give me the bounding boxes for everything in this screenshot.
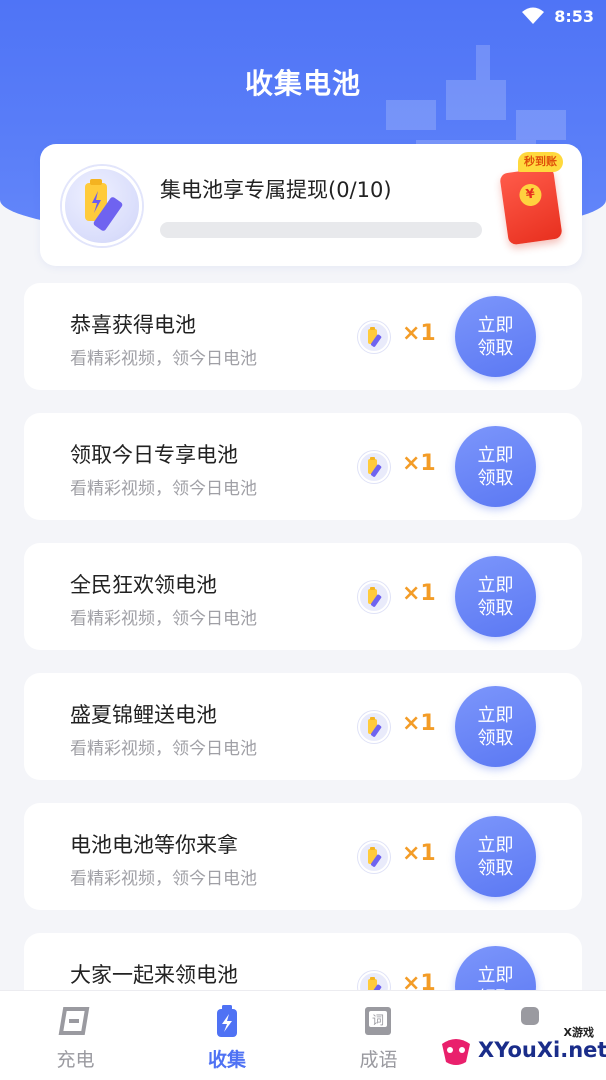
svg-text:词: 词 bbox=[372, 1013, 384, 1027]
claim-button[interactable]: 立即 领取 bbox=[455, 426, 536, 507]
page-title: 收集电池 bbox=[244, 67, 361, 100]
claim-button[interactable]: 立即 领取 bbox=[455, 686, 536, 767]
task-title: 盛夏锦鲤送电池 bbox=[70, 703, 217, 727]
charge-icon bbox=[57, 1003, 93, 1039]
withdraw-progress-bar bbox=[160, 222, 482, 238]
task-title: 领取今日专享电池 bbox=[70, 443, 238, 467]
battery-icon bbox=[62, 166, 142, 246]
task-card: 恭喜获得电池 看精彩视频，领今日电池 ×1 立即 领取 bbox=[24, 283, 582, 390]
claim-button-line2: 领取 bbox=[477, 337, 514, 359]
battery-icon bbox=[358, 321, 390, 353]
battery-icon bbox=[358, 711, 390, 743]
reward-count: ×1 bbox=[402, 581, 436, 606]
dictionary-icon: 词 bbox=[360, 1003, 396, 1039]
claim-button-line2: 领取 bbox=[477, 597, 514, 619]
status-time: 8:53 bbox=[554, 7, 594, 26]
task-title: 电池电池等你来拿 bbox=[70, 833, 238, 857]
summary-card: 集电池享专属提现(0/10) ¥ 秒到账 bbox=[40, 144, 582, 266]
claim-button-line2: 领取 bbox=[477, 727, 514, 749]
claim-button-line1: 立即 bbox=[477, 574, 514, 596]
tab-dictionary[interactable]: 词 成语 bbox=[303, 991, 454, 1080]
claim-button[interactable]: 立即 领取 bbox=[455, 816, 536, 897]
tab-label: 成语 bbox=[359, 1049, 398, 1071]
battery-icon bbox=[358, 581, 390, 613]
battery-icon bbox=[358, 841, 390, 873]
task-title: 恭喜获得电池 bbox=[70, 313, 196, 337]
task-subtitle: 看精彩视频，领今日电池 bbox=[70, 869, 257, 889]
claim-button[interactable]: 立即 领取 bbox=[455, 296, 536, 377]
red-packet-icon: ¥ bbox=[499, 166, 563, 246]
task-card: 全民狂欢领电池 看精彩视频，领今日电池 ×1 立即 领取 bbox=[24, 543, 582, 650]
battery-icon bbox=[358, 451, 390, 483]
task-subtitle: 看精彩视频，领今日电池 bbox=[70, 349, 257, 369]
wifi-icon bbox=[522, 7, 544, 24]
task-subtitle: 看精彩视频，领今日电池 bbox=[70, 479, 257, 499]
watermark-logo-icon bbox=[442, 1039, 470, 1065]
claim-button-line1: 立即 bbox=[477, 314, 514, 336]
claim-button-line1: 立即 bbox=[477, 704, 514, 726]
task-card: 电池电池等你来拿 看精彩视频，领今日电池 ×1 立即 领取 bbox=[24, 803, 582, 910]
task-subtitle: 看精彩视频，领今日电池 bbox=[70, 739, 257, 759]
task-card: 领取今日专享电池 看精彩视频，领今日电池 ×1 立即 领取 bbox=[24, 413, 582, 520]
claim-button[interactable]: 立即 领取 bbox=[455, 556, 536, 637]
tab-label: 充电 bbox=[56, 1049, 95, 1071]
status-bar: 8:53 bbox=[0, 0, 606, 34]
claim-button-line1: 立即 bbox=[477, 444, 514, 466]
task-title: 全民狂欢领电池 bbox=[70, 573, 217, 597]
reward-count: ×1 bbox=[402, 321, 436, 346]
summary-title: 集电池享专属提现(0/10) bbox=[160, 178, 392, 202]
tab-label: 收集 bbox=[207, 1049, 246, 1071]
claim-button-line2: 领取 bbox=[477, 857, 514, 879]
watermark: X游戏 XYouXi.net bbox=[436, 1024, 606, 1076]
task-title: 大家一起来领电池 bbox=[70, 963, 238, 987]
reward-count: ×1 bbox=[402, 451, 436, 476]
coin-icon: ¥ bbox=[518, 182, 543, 208]
battery-icon bbox=[209, 1003, 245, 1039]
task-list: 恭喜获得电池 看精彩视频，领今日电池 ×1 立即 领取 领取今日专享电池 看精彩… bbox=[24, 283, 582, 1063]
instant-badge: 秒到账 bbox=[518, 152, 563, 172]
claim-button-line2: 领取 bbox=[477, 467, 514, 489]
watermark-text: XYouXi.net bbox=[478, 1038, 606, 1062]
red-packet[interactable]: ¥ 秒到账 bbox=[498, 152, 574, 252]
reward-count: ×1 bbox=[402, 711, 436, 736]
tab-battery[interactable]: 收集 bbox=[152, 991, 303, 1080]
task-subtitle: 看精彩视频，领今日电池 bbox=[70, 609, 257, 629]
tab-charge[interactable]: 充电 bbox=[0, 991, 151, 1080]
task-card: 盛夏锦鲤送电池 看精彩视频，领今日电池 ×1 立即 领取 bbox=[24, 673, 582, 780]
claim-button-line1: 立即 bbox=[477, 834, 514, 856]
reward-count: ×1 bbox=[402, 841, 436, 866]
claim-button-line1: 立即 bbox=[477, 964, 514, 986]
